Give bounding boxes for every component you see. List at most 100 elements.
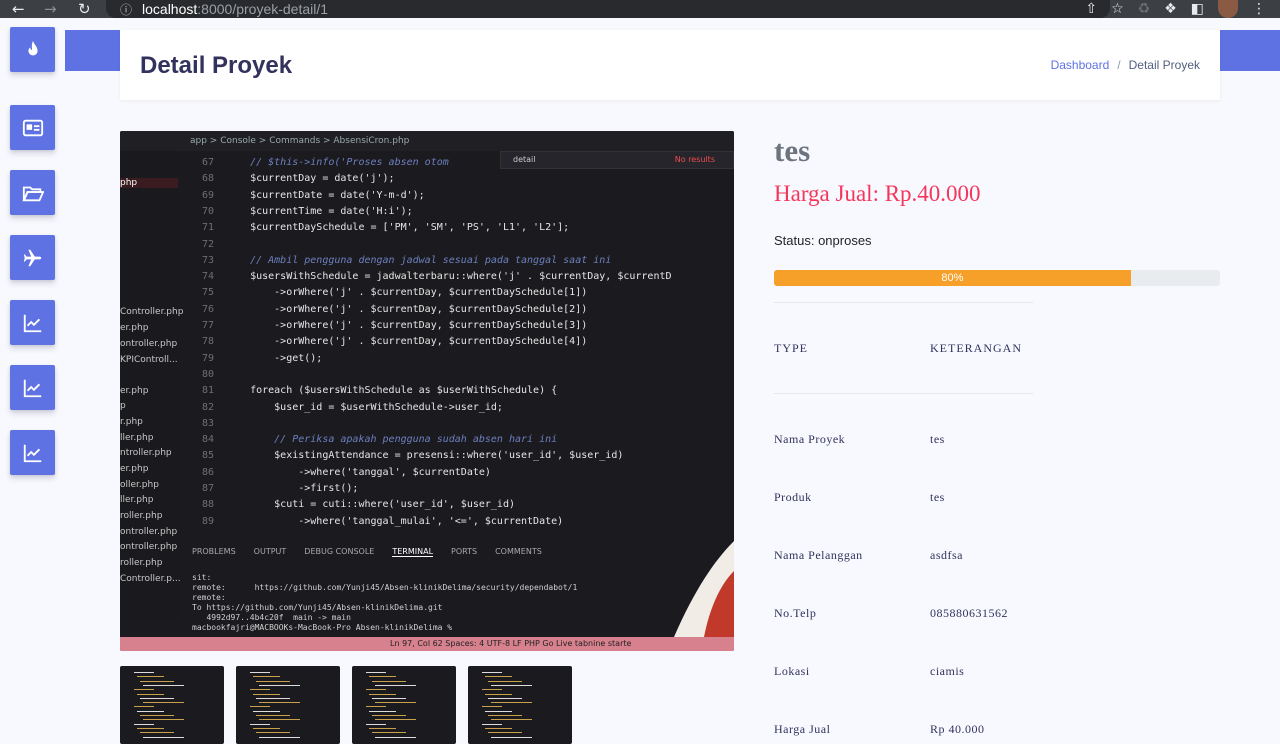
product-thumbnail-3[interactable] [352, 666, 456, 744]
thumbnail-code-line [485, 693, 512, 695]
thumbnail-code-line [485, 676, 512, 678]
thumbnail-code-line [369, 693, 396, 695]
sidebar-item-plane[interactable] [10, 235, 55, 280]
thumbnail-code-line [253, 727, 280, 729]
code-line: 78 ->orWhere('j' . $currentDay, $current… [201, 336, 588, 348]
table-row-value: tes [930, 490, 945, 504]
thumbnail-code-line [491, 702, 532, 704]
chart-line-icon [23, 314, 41, 332]
wallpaper-figure [674, 541, 734, 637]
thumbnail-code-line [488, 680, 522, 682]
product-thumbnail-4[interactable] [468, 666, 572, 744]
find-result: No results [674, 155, 715, 164]
editor-file-item: er.php [120, 464, 149, 474]
thumbnail-code-line [259, 702, 300, 704]
table-row-key: Produk [774, 490, 812, 504]
code-line: 83 [201, 417, 214, 429]
table-row-value: Rp 40.000 [930, 722, 985, 736]
menu-kebab-icon[interactable]: ⋮ [1252, 1, 1266, 17]
thumbnail-code-line [250, 689, 270, 691]
address-bar[interactable]: ⓘ localhost:8000/proyek-detail/1 [106, 0, 1110, 18]
editor-terminal: sit: remote: https://github.com/Yunji45/… [192, 573, 578, 632]
code-line: 76 ->orWhere('j' . $currentDay, $current… [201, 303, 588, 315]
extensions-puzzle-icon[interactable]: ❖ [1164, 1, 1177, 17]
thumbnail-code-line [482, 723, 502, 725]
thumbnail-code-line [137, 710, 164, 712]
thumbnail-code-line [488, 697, 522, 699]
table-row-key: Lokasi [774, 664, 810, 678]
sidebar-item-chart-2[interactable] [10, 365, 55, 410]
profile-avatar[interactable] [1218, 0, 1238, 18]
thumbnail-code-line [256, 715, 290, 716]
editor-panel-tab: COMMENTS [495, 547, 542, 556]
thumbnail-code-line [482, 672, 502, 673]
side-panel-icon[interactable]: ◧ [1191, 1, 1204, 17]
thumbnail-code-line [134, 672, 154, 673]
page-header-card: Detail Proyek Dashboard / Detail Proyek [120, 30, 1220, 100]
editor-file-item: KPIControll... [120, 355, 178, 365]
thumbnail-code-line [366, 706, 386, 708]
plane-icon [23, 249, 41, 266]
forward-icon[interactable]: → [44, 0, 57, 18]
thumbnail-code-line [140, 732, 174, 734]
thumbnail-code-line [369, 727, 396, 729]
code-line: 69 $currentDate = date('Y-m-d'); [201, 189, 425, 201]
table-row-value: asdfsa [930, 548, 963, 562]
sidebar-item-chart-1[interactable] [10, 300, 55, 345]
table-row-key: Nama Pelanggan [774, 548, 863, 562]
code-line: 75 ->orWhere('j' . $currentDay, $current… [201, 287, 588, 299]
thumbnail-code-line [137, 676, 164, 678]
thumbnail-code-line [256, 697, 290, 699]
code-line: 67 // $this->info('Proses absen otom [201, 157, 449, 168]
product-main-image[interactable]: app > Console > Commands > AbsensiCron.p… [120, 131, 734, 651]
editor-file-item: oller.php [120, 480, 159, 490]
thumbnail-code-line [366, 689, 386, 691]
code-line: 85 $existingAttendance = presensi::where… [201, 450, 624, 462]
page-title: Detail Proyek [140, 52, 293, 79]
thumbnail-code-line [140, 697, 174, 699]
chart-line-icon [23, 444, 41, 462]
reload-icon[interactable]: ↻ [78, 0, 91, 18]
back-icon[interactable]: ← [12, 0, 25, 18]
code-line: 89 ->where('tanggal_mulai', '<=', $curre… [201, 515, 564, 527]
editor-panel-tab: OUTPUT [253, 547, 287, 556]
sidebar-item-folder[interactable] [10, 170, 55, 215]
sidebar [0, 18, 65, 744]
product-name: tes [774, 133, 811, 168]
thumbnail-code-line [366, 672, 386, 673]
thumbnail-code-line [375, 736, 416, 738]
extension-recycle-icon[interactable]: ♻ [1138, 1, 1151, 17]
product-thumbnail-1[interactable] [120, 666, 224, 744]
editor-code: 67 // $this->info('Proses absen otom 68 $… [178, 151, 734, 541]
code-line: 74 $usersWithSchedule = jadwalterbaru::w… [201, 271, 672, 283]
progress-bar: 80% [774, 270, 1220, 286]
sidebar-item-fire[interactable] [10, 27, 55, 72]
share-icon[interactable]: ⇧ [1085, 1, 1097, 17]
thumbnail-code-line [372, 697, 406, 699]
table-row-key: Nama Proyek [774, 432, 846, 446]
editor-find-widget: detail No results [500, 151, 734, 169]
editor-panel-tab: PORTS [451, 547, 478, 556]
code-line: 71 $currentDaySchedule = ['PM', 'SM', 'P… [201, 222, 570, 234]
sidebar-item-chart-3[interactable] [10, 430, 55, 475]
table-header-type: TYPE [774, 341, 808, 355]
thumbnail-code-line [259, 684, 300, 686]
bookmark-star-icon[interactable]: ☆ [1111, 1, 1124, 17]
editor-file-item: er.php [120, 386, 149, 396]
editor-file-item: ontroller.php [120, 339, 178, 349]
site-info-icon[interactable]: ⓘ [120, 1, 132, 18]
thumbnail-code-line [372, 715, 406, 716]
table-row-value: tes [930, 432, 945, 446]
chart-line-icon [23, 379, 41, 397]
thumbnail-code-line [140, 680, 174, 682]
product-price: Harga Jual: Rp.40.000 [774, 181, 981, 206]
thumbnail-code-line [372, 680, 406, 682]
editor-file-item: Controller.php [120, 307, 184, 317]
thumbnail-code-line [143, 719, 184, 721]
sidebar-item-id-card[interactable] [10, 105, 55, 150]
editor-breadcrumb: app > Console > Commands > AbsensiCron.p… [120, 131, 734, 151]
breadcrumb-current: Detail Proyek [1128, 58, 1200, 72]
breadcrumb-dashboard-link[interactable]: Dashboard [1051, 58, 1110, 72]
thumbnail-code-line [143, 684, 184, 686]
product-thumbnail-2[interactable] [236, 666, 340, 744]
